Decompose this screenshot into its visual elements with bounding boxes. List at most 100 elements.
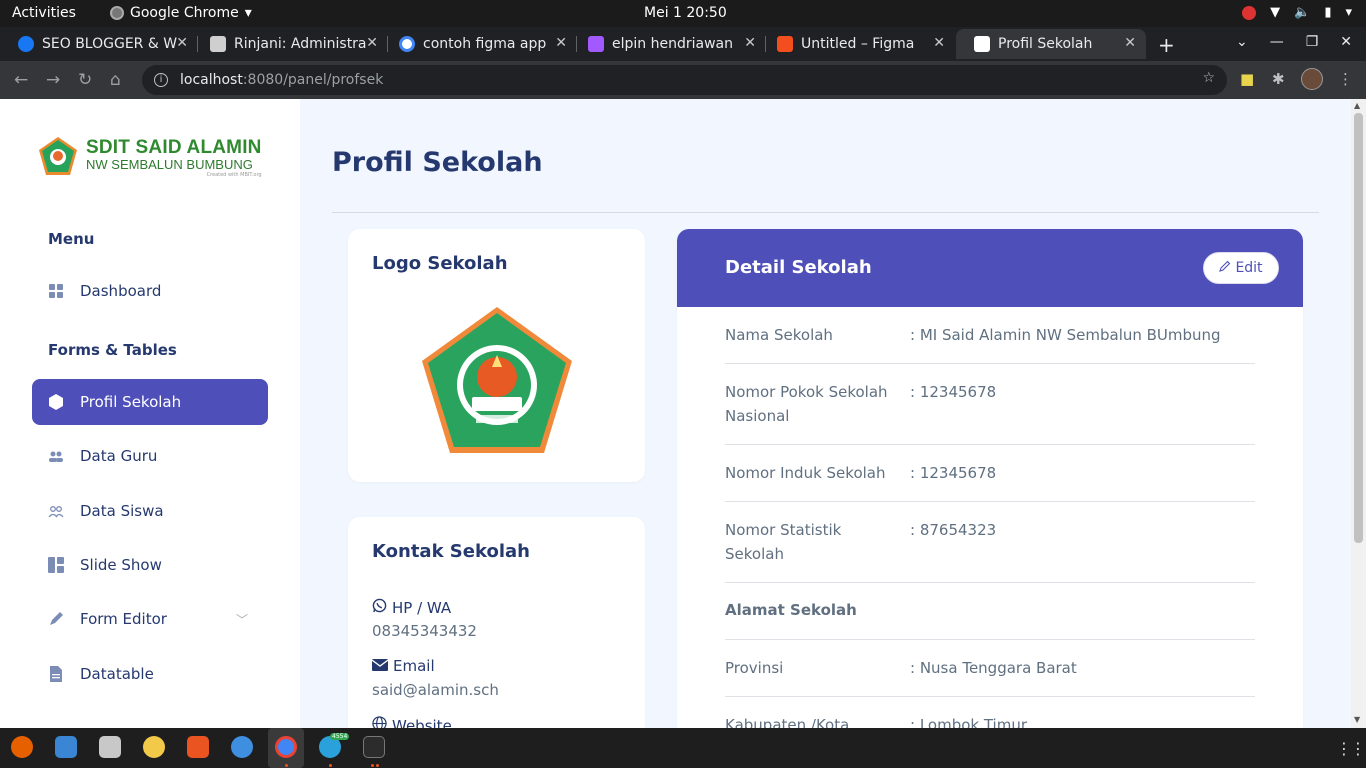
scrollbar-thumb[interactable] [1354,113,1363,543]
help-icon[interactable] [231,736,253,758]
software-center-icon[interactable] [187,736,209,758]
browser-tab-active[interactable]: Profil Sekolah ✕ [956,29,1146,59]
close-icon[interactable]: ✕ [933,35,945,51]
chrome-icon[interactable] [275,736,297,758]
sidebar-item-dashboard[interactable]: Dashboard [32,268,268,314]
firefox-icon[interactable] [11,736,33,758]
rhythmbox-icon[interactable] [143,736,165,758]
sidebar-item-label: Profil Sekolah [80,393,182,411]
close-icon[interactable]: ✕ [744,35,756,51]
school-emblem-icon [39,137,77,175]
bookmark-star-icon[interactable]: ☆ [1202,70,1215,86]
page-scrollbar[interactable]: ▲ ▼ [1351,99,1366,728]
layout-icon [48,557,64,573]
figma-icon [777,36,793,52]
chevron-down-icon[interactable]: ▾ [1345,5,1352,20]
chevron-down-icon[interactable]: ﹀ [236,611,248,628]
sidebar-item-slide-show[interactable]: Slide Show [32,542,268,588]
extension-icon[interactable]: ■ [1240,70,1254,88]
site-info-icon[interactable]: i [154,73,168,87]
app-menu[interactable]: Google Chrome ▾ [110,5,252,21]
clock[interactable]: Mei 1 20:50 [644,5,727,21]
reload-button[interactable]: ↻ [78,70,92,90]
activities-button[interactable]: Activities [12,5,76,21]
record-icon[interactable] [1242,5,1257,20]
maximize-button[interactable]: ❐ [1306,34,1319,50]
close-icon[interactable]: ✕ [176,35,188,51]
browser-tab[interactable]: contoh figma app ✕ [381,29,577,59]
sidebar-item-form-editor[interactable]: Form Editor ﹀ [32,596,268,642]
contact-website-label: Website [372,716,452,728]
browser-tab[interactable]: SEO BLOGGER & W ✕ [0,29,198,59]
sidebar-item-label: Form Editor [80,610,167,628]
sidebar-item-label: Data Siswa [80,502,164,520]
address-bar[interactable]: i localhost :8080/panel/profsek ☆ [142,65,1227,95]
system-tray[interactable]: ▼ 🔈 ▮ ▾ [1242,5,1352,20]
sidebar: SDIT SAID ALAMIN NW SEMBALUN BUMBUNG Cre… [0,99,300,728]
menu-kebab-icon[interactable]: ⋮ [1338,70,1353,88]
menu-section-title: Menu [48,230,95,248]
wifi-icon[interactable]: ▼ [1270,5,1280,20]
show-apps-icon[interactable]: ⋮⋮⋮ [1336,739,1366,758]
contact-phone-value: 08345343432 [372,622,477,640]
caret-down-icon: ▾ [244,5,252,21]
detail-value: : 12345678 [910,383,997,401]
whatsapp-icon [372,598,387,617]
edit-button[interactable]: Edit [1203,252,1279,284]
page-viewport: SDIT SAID ALAMIN NW SEMBALUN BUMBUNG Cre… [0,99,1351,728]
sidebar-item-data-siswa[interactable]: Data Siswa [32,488,268,534]
people-outline-icon [48,503,64,519]
new-tab-button[interactable]: + [1158,33,1175,57]
close-icon[interactable]: ✕ [366,35,378,51]
tab-search-icon[interactable]: ⌄ [1236,34,1248,50]
school-logo-image [422,307,572,453]
address-label: Provinsi [725,659,784,677]
site-favicon-icon [974,36,990,52]
minimize-button[interactable]: — [1270,34,1284,50]
terminal-icon[interactable] [363,736,385,758]
detail-label: Nama Sekolah [725,326,833,344]
detail-card: Detail Sekolah Edit Nama Sekolah : MI Sa… [677,229,1303,728]
detail-label: Nomor Pokok Sekolah Nasional [725,383,888,425]
logo-card: Logo Sekolah [348,229,645,482]
forward-button[interactable]: → [46,70,60,90]
pencil-icon [1219,260,1231,276]
app-name: Google Chrome [130,5,239,21]
url-path: :8080/panel/profsek [242,72,384,88]
volume-icon[interactable]: 🔈 [1294,5,1310,20]
hexagon-icon [48,394,64,410]
battery-icon[interactable]: ▮ [1324,5,1331,20]
system-top-bar: Activities Google Chrome ▾ Mei 1 20:50 ▼… [0,0,1366,27]
detail-label: Nomor Statistik Sekolah [725,521,842,563]
home-button[interactable]: ⌂ [110,70,121,90]
window-close-button[interactable]: ✕ [1340,34,1352,50]
detail-card-header: Detail Sekolah Edit [677,229,1303,307]
contact-card: Kontak Sekolah HP / WA 08345343432 Email… [348,517,645,728]
profile-avatar[interactable] [1301,68,1323,90]
browser-tab[interactable]: Untitled – Figma ✕ [759,29,955,59]
grid-icon [48,283,64,299]
sidebar-item-data-guru[interactable]: Data Guru [32,433,268,479]
envelope-icon [371,657,389,675]
school-logo-header[interactable]: SDIT SAID ALAMIN NW SEMBALUN BUMBUNG Cre… [36,135,262,179]
files-icon[interactable] [99,736,121,758]
forms-section-title: Forms & Tables [48,341,177,359]
figma-icon [588,36,604,52]
close-icon[interactable]: ✕ [555,35,567,51]
back-button[interactable]: ← [14,70,28,90]
sidebar-item-datatable[interactable]: Datatable [32,651,268,697]
close-icon[interactable]: ✕ [1124,35,1136,51]
detail-value: : MI Said Alamin NW Sembalun BUmbung [910,326,1221,344]
scroll-up-icon[interactable]: ▲ [1354,101,1360,110]
tab-strip: SEO BLOGGER & W ✕ Rinjani: Administra ✕ … [0,27,1366,61]
sidebar-item-profil-sekolah[interactable]: Profil Sekolah [32,379,268,425]
url-host: localhost [180,72,243,88]
sidebar-item-label: Datatable [80,665,154,683]
browser-tab[interactable]: elpin hendriawan ✕ [570,29,766,59]
browser-tab[interactable]: Rinjani: Administra ✕ [192,29,388,59]
chrome-icon [110,6,124,20]
thunderbird-icon[interactable] [55,736,77,758]
scroll-down-icon[interactable]: ▼ [1354,715,1360,724]
page-title: Profil Sekolah [332,147,543,178]
extensions-puzzle-icon[interactable]: ✱ [1272,70,1285,88]
